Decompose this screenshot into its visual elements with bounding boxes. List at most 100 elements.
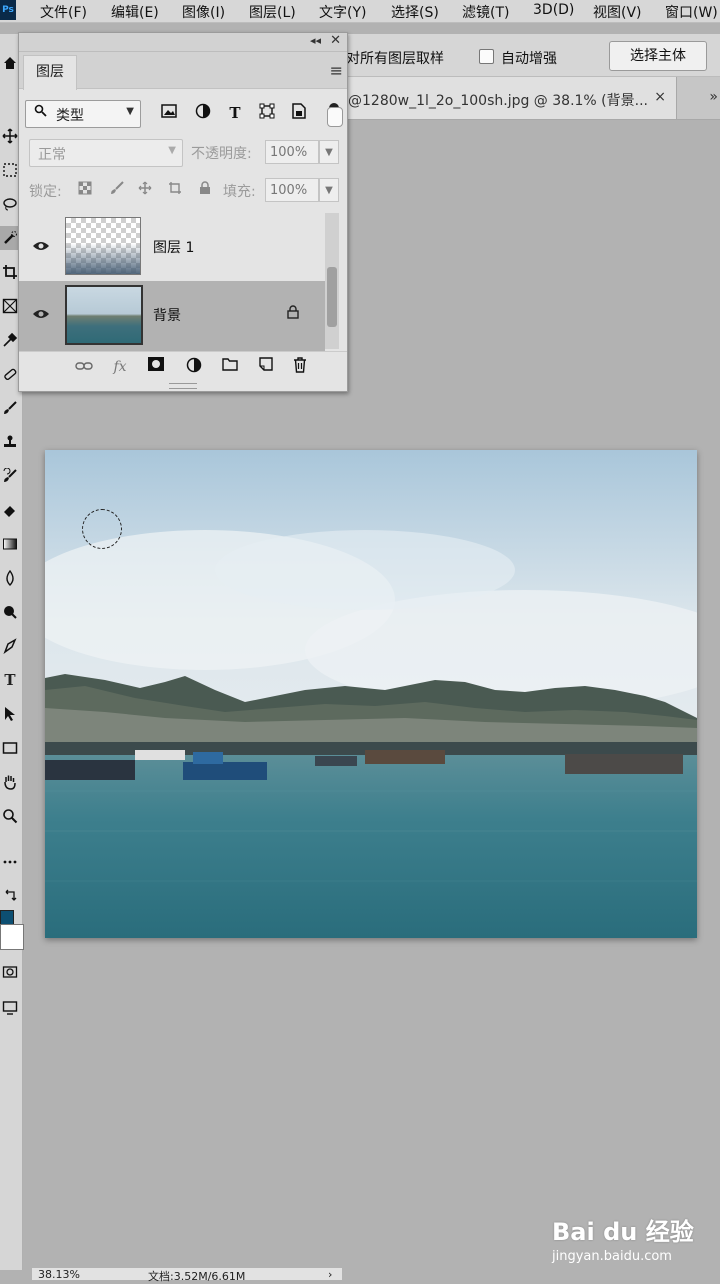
- menu-layer[interactable]: 图层(L): [249, 2, 296, 22]
- chevron-down-icon: ▼: [126, 106, 134, 117]
- zoom-tool-icon[interactable]: [0, 804, 20, 828]
- dodge-tool-icon[interactable]: [0, 600, 20, 624]
- harbor-photo: [45, 450, 697, 938]
- app-logo: Ps: [0, 0, 16, 20]
- home-icon[interactable]: [0, 52, 20, 76]
- document-canvas[interactable]: [45, 450, 697, 938]
- menu-3d[interactable]: 3D(D): [533, 2, 574, 18]
- type-filter-icon[interactable]: T: [225, 103, 245, 123]
- menu-image[interactable]: 图像(I): [182, 2, 225, 22]
- hand-tool-icon[interactable]: [0, 770, 20, 794]
- healing-brush-tool-icon[interactable]: [0, 362, 20, 386]
- close-icon[interactable]: ×: [654, 89, 666, 105]
- panel-footer: fx: [19, 351, 347, 382]
- path-selection-tool-icon[interactable]: [0, 702, 20, 726]
- rectangle-tool-icon[interactable]: [0, 736, 20, 760]
- panel-title-bar[interactable]: ◂◂ ✕: [19, 33, 347, 52]
- tab-layers[interactable]: 图层: [23, 55, 77, 90]
- fill-label: 填充:: [223, 184, 256, 200]
- new-layer-icon[interactable]: [255, 357, 277, 377]
- type-tool-icon[interactable]: T: [0, 668, 20, 692]
- layers-panel: ◂◂ ✕ 图层 ≡ 类型 ▼ T 正常 ▼ 不透明度: 100% ▼ 锁定: 填…: [18, 32, 348, 392]
- layers-scrollbar[interactable]: [325, 213, 339, 349]
- tab-overflow-icon[interactable]: »: [709, 89, 718, 105]
- zoom-level[interactable]: 38.13%: [38, 1268, 80, 1281]
- marquee-tool-icon[interactable]: [0, 158, 20, 182]
- panel-resize-grip[interactable]: [169, 383, 197, 389]
- filter-kind-select[interactable]: 类型 ▼: [25, 100, 141, 128]
- quick-selection-tool-icon[interactable]: [0, 226, 20, 250]
- adjustment-filter-icon[interactable]: [193, 103, 213, 123]
- status-bar: 38.13% 文档:3.52M/6.61M ›: [32, 1268, 342, 1283]
- more-tools-icon[interactable]: [0, 850, 20, 874]
- move-tool-icon[interactable]: [0, 124, 20, 148]
- status-arrow-icon[interactable]: ›: [328, 1268, 332, 1281]
- select-subject-button[interactable]: 选择主体: [609, 41, 707, 71]
- menu-window[interactable]: 窗口(W): [665, 2, 718, 22]
- lock-label: 锁定:: [29, 184, 62, 200]
- menu-view[interactable]: 视图(V): [593, 2, 642, 22]
- brush-cursor: [82, 509, 122, 549]
- add-mask-icon[interactable]: [145, 357, 167, 377]
- chevron-down-icon[interactable]: ▼: [319, 178, 339, 202]
- blend-mode-select[interactable]: 正常 ▼: [29, 139, 183, 167]
- lock-all-icon[interactable]: [197, 181, 213, 197]
- lock-position-icon[interactable]: [137, 181, 153, 197]
- filter-toggle-switch[interactable]: [327, 107, 343, 127]
- panel-menu-icon[interactable]: ≡: [330, 61, 343, 80]
- link-layers-icon[interactable]: [73, 357, 95, 377]
- lock-transparent-pixels-icon[interactable]: [77, 181, 93, 197]
- layer-row-background[interactable]: 背景: [19, 281, 325, 351]
- layer-name[interactable]: 背景: [153, 305, 181, 325]
- image-filter-icon[interactable]: [159, 103, 179, 123]
- document-tab[interactable]: @1280w_1l_2o_100sh.jpg @ 38.1% (背景... ×: [340, 77, 677, 119]
- new-adjustment-icon[interactable]: [183, 357, 205, 377]
- delete-icon[interactable]: [289, 357, 311, 377]
- close-panel-icon[interactable]: ✕: [330, 33, 341, 48]
- lock-artboard-icon[interactable]: [167, 181, 183, 197]
- background-color-swatch[interactable]: [0, 924, 24, 950]
- history-brush-tool-icon[interactable]: [0, 464, 20, 488]
- fx-icon[interactable]: fx: [109, 357, 131, 377]
- brush-tool-icon[interactable]: [0, 396, 20, 420]
- swap-colors-icon[interactable]: [0, 884, 20, 908]
- chevron-down-icon: ▼: [168, 145, 176, 156]
- blur-tool-icon[interactable]: [0, 566, 20, 590]
- auto-enhance-checkbox[interactable]: [479, 49, 494, 64]
- opacity-label: 不透明度:: [191, 146, 252, 162]
- menu-filter[interactable]: 滤镜(T): [462, 2, 509, 22]
- auto-enhance-label: 自动增强: [501, 51, 557, 67]
- lasso-tool-icon[interactable]: [0, 192, 20, 216]
- sample-all-layers-label: 对所有图层取样: [346, 51, 444, 67]
- eraser-tool-icon[interactable]: [0, 498, 20, 522]
- lock-image-pixels-icon[interactable]: [109, 181, 125, 197]
- eye-icon[interactable]: [31, 308, 51, 322]
- chevron-down-icon[interactable]: ▼: [319, 140, 339, 164]
- eye-icon[interactable]: [31, 240, 51, 254]
- menu-select[interactable]: 选择(S): [391, 2, 439, 22]
- clone-stamp-tool-icon[interactable]: [0, 430, 20, 454]
- layer-thumbnail: [65, 285, 143, 345]
- blend-mode-value: 正常: [38, 147, 66, 163]
- opacity-input[interactable]: 100%: [265, 140, 319, 164]
- lock-icon[interactable]: [287, 305, 299, 323]
- watermark-logo: Bai du 经验: [552, 1218, 694, 1246]
- layer-row-layer-1[interactable]: 图层 1: [19, 213, 325, 283]
- menu-file[interactable]: 文件(F): [40, 2, 87, 22]
- screen-mode-icon[interactable]: [0, 996, 20, 1020]
- crop-tool-icon[interactable]: [0, 260, 20, 284]
- shape-filter-icon[interactable]: [257, 103, 277, 123]
- menu-edit[interactable]: 编辑(E): [111, 2, 159, 22]
- menu-type[interactable]: 文字(Y): [319, 2, 366, 22]
- document-tab-title: @1280w_1l_2o_100sh.jpg @ 38.1% (背景...: [348, 93, 648, 109]
- quick-mask-icon[interactable]: [0, 960, 20, 984]
- collapse-panel-icon[interactable]: ◂◂: [310, 34, 321, 47]
- fill-input[interactable]: 100%: [265, 178, 319, 202]
- frame-tool-icon[interactable]: [0, 294, 20, 318]
- new-group-icon[interactable]: [219, 357, 241, 377]
- layer-name[interactable]: 图层 1: [153, 237, 194, 257]
- pen-tool-icon[interactable]: [0, 634, 20, 658]
- gradient-tool-icon[interactable]: [0, 532, 20, 556]
- eyedropper-tool-icon[interactable]: [0, 328, 20, 352]
- smart-object-filter-icon[interactable]: [289, 103, 309, 123]
